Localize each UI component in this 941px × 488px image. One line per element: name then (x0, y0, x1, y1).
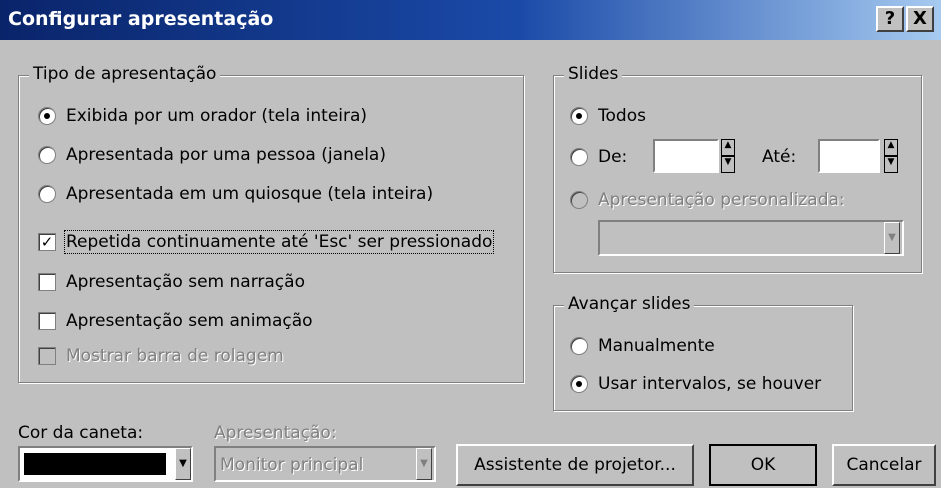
advance-timings-option[interactable]: Usar intervalos, se houver (570, 374, 821, 394)
pen-color-label: Cor da caneta: (18, 423, 144, 443)
cancel-button[interactable]: Cancelar (832, 444, 936, 486)
advance-group: Avançar slides (553, 294, 853, 411)
slides-to-input[interactable] (818, 139, 880, 173)
no-narration-label: Apresentação sem narração (66, 272, 305, 292)
monitor-dropdown: Monitor principal (214, 446, 436, 482)
to-spin-up-icon[interactable]: ▲ (884, 139, 898, 156)
kiosk-radio[interactable] (38, 185, 56, 203)
no-animation-checkbox[interactable] (38, 312, 56, 330)
no-animation-label: Apresentação sem animação (66, 311, 313, 331)
slides-all-label: Todos (598, 106, 646, 126)
slides-from-input[interactable] (653, 139, 719, 173)
loop-option[interactable]: ✓ Repetida continuamente até 'Esc' ser p… (38, 230, 495, 254)
show-type-legend: Tipo de apresentação (29, 64, 221, 84)
speaker-radio[interactable] (38, 107, 56, 125)
loop-label: Repetida continuamente até 'Esc' ser pre… (63, 230, 495, 254)
projector-wizard-button[interactable]: Assistente de projetor... (456, 444, 694, 486)
individual-radio[interactable] (38, 146, 56, 164)
slides-all-option[interactable]: Todos (570, 106, 646, 126)
monitor-chevron-down-icon: ▼ (416, 448, 432, 480)
pen-color-chevron-down-icon[interactable]: ▼ (175, 448, 191, 480)
option-individual[interactable]: Apresentada por uma pessoa (janela) (38, 145, 386, 165)
slides-from-label: De: (598, 147, 628, 167)
advance-timings-label: Usar intervalos, se houver (598, 374, 822, 394)
slides-custom-label: Apresentação personalizada: (598, 190, 845, 210)
advance-timings-radio[interactable] (570, 375, 588, 393)
scrollbar-checkbox (38, 347, 56, 365)
slides-custom-radio (570, 191, 588, 209)
option-speaker[interactable]: Exibida por um orador (tela inteira) (38, 106, 367, 126)
no-narration-checkbox[interactable] (38, 273, 56, 291)
custom-show-chevron-down-icon: ▼ (884, 222, 900, 254)
close-button[interactable]: X (906, 6, 934, 32)
monitor-label: Apresentação: (214, 423, 337, 443)
advance-manual-label: Manualmente (598, 336, 715, 356)
custom-show-dropdown (598, 220, 904, 256)
help-button[interactable]: ? (876, 6, 904, 32)
option-kiosk[interactable]: Apresentada em um quiosque (tela inteira… (38, 184, 433, 204)
scrollbar-label: Mostrar barra de rolagem (66, 346, 284, 366)
kiosk-label: Apresentada em um quiosque (tela inteira… (66, 184, 434, 204)
to-spin-down-icon[interactable]: ▼ (884, 156, 898, 173)
no-animation-option[interactable]: Apresentação sem animação (38, 311, 313, 331)
slides-all-radio[interactable] (570, 107, 588, 125)
no-narration-option[interactable]: Apresentação sem narração (38, 272, 305, 292)
ok-button[interactable]: OK (709, 444, 817, 486)
loop-checkbox[interactable]: ✓ (38, 233, 56, 251)
slides-custom-option: Apresentação personalizada: (570, 190, 845, 210)
dialog-title: Configurar apresentação (8, 8, 274, 30)
scrollbar-option: Mostrar barra de rolagem (38, 346, 284, 366)
slides-legend: Slides (564, 64, 623, 84)
slides-from-option[interactable]: De: (570, 147, 627, 167)
speaker-label: Exibida por um orador (tela inteira) (66, 106, 368, 126)
pen-color-swatch (24, 453, 166, 475)
advance-manual-option[interactable]: Manualmente (570, 336, 715, 356)
from-spin-up-icon[interactable]: ▲ (721, 139, 735, 156)
monitor-value: Monitor principal (220, 455, 364, 475)
slides-from-radio[interactable] (570, 148, 588, 166)
individual-label: Apresentada por uma pessoa (janela) (66, 145, 386, 165)
advance-legend: Avançar slides (564, 294, 695, 314)
pen-color-dropdown[interactable] (18, 446, 193, 482)
title-bar: Configurar apresentação ? X (0, 0, 941, 40)
from-spin-down-icon[interactable]: ▼ (721, 156, 735, 173)
slides-to-label: Até: (762, 147, 797, 167)
advance-manual-radio[interactable] (570, 337, 588, 355)
